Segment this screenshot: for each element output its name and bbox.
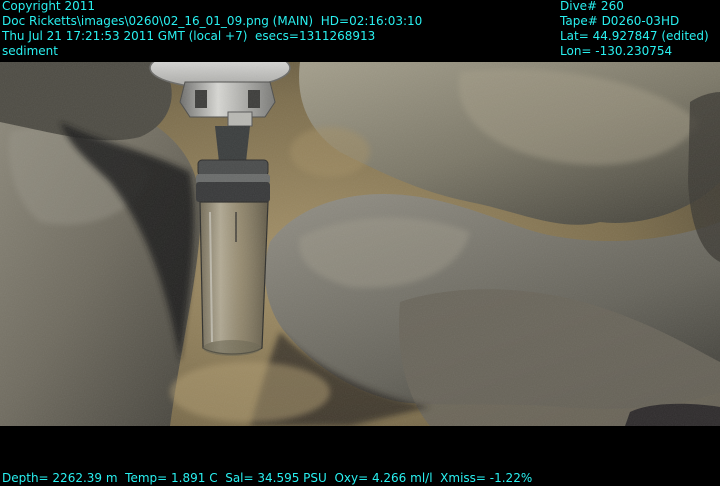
longitude-text: Lon= -130.230754 (560, 44, 673, 58)
seafloor-video-frame (0, 62, 720, 426)
image-path-text: Doc Ricketts\images\0260\02_16_01_09.png… (2, 14, 423, 28)
seafloor-scene (0, 62, 720, 426)
tape-number-text: Tape# D0260-03HD (560, 14, 680, 28)
dive-number-text: Dive# 260 (560, 0, 624, 13)
copyright-text: Copyright 2011 (2, 0, 95, 13)
bottom-telemetry-overlay: Depth= 2262.39 m Temp= 1.891 C Sal= 34.5… (0, 426, 720, 486)
timestamp-text: Thu Jul 21 17:21:53 2011 GMT (local +7) … (2, 29, 376, 43)
top-telemetry-overlay: Copyright 2011 Doc Ricketts\images\0260\… (0, 0, 720, 62)
annotation-text: sediment (2, 44, 58, 58)
sensor-readout-text: Depth= 2262.39 m Temp= 1.891 C Sal= 34.5… (2, 471, 533, 485)
latitude-text: Lat= 44.927847 (edited) (560, 29, 709, 43)
